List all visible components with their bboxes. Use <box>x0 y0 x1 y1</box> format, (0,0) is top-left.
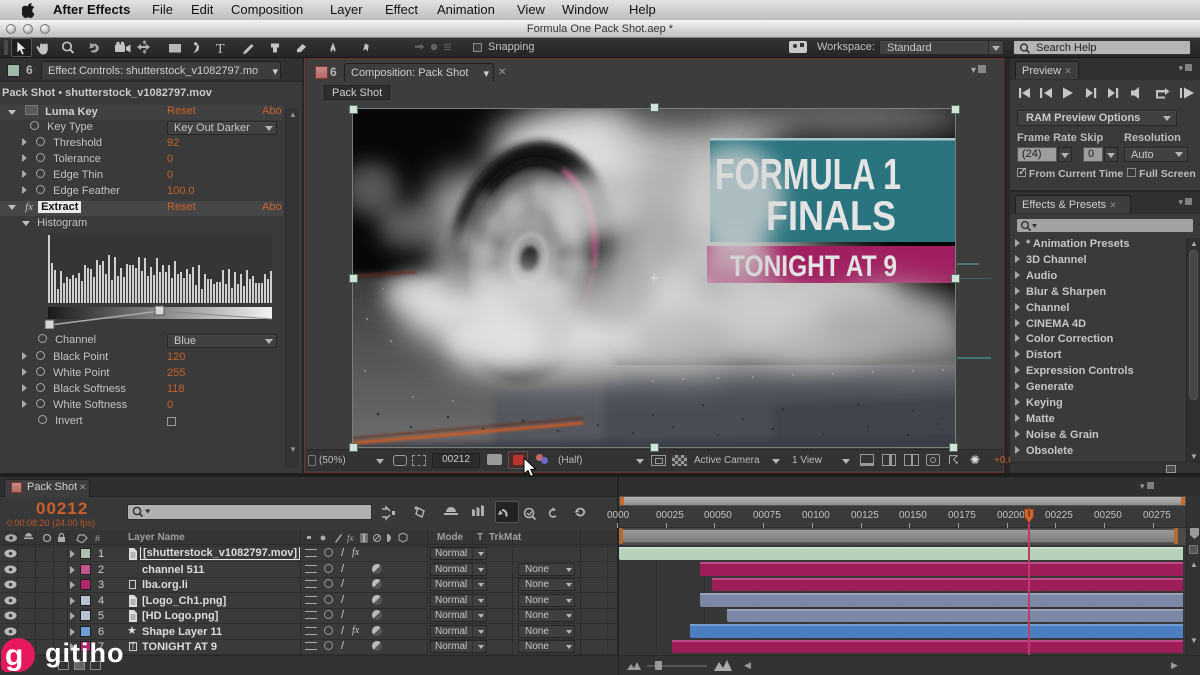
svg-text:FINALS: FINALS <box>766 192 896 239</box>
svg-text:T: T <box>216 42 225 57</box>
svg-text:fx: fx <box>347 533 354 543</box>
svg-text:#: # <box>95 534 100 544</box>
